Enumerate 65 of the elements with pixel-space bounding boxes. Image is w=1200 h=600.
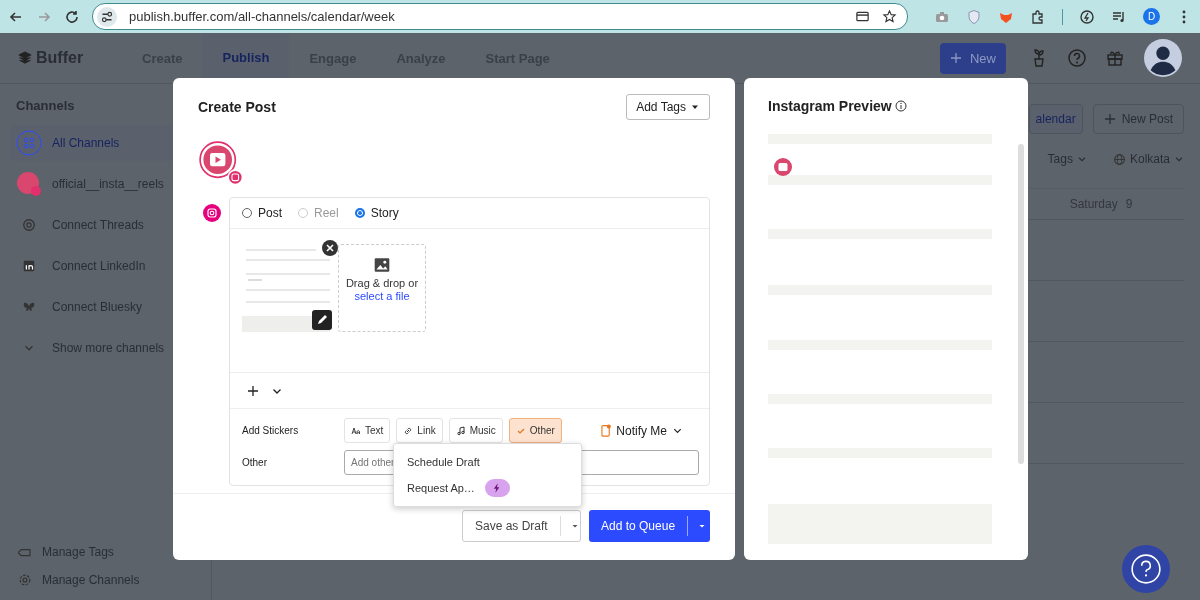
plus-icon (1103, 113, 1116, 125)
drop-instructions: Drag & drop or select a file (344, 277, 420, 303)
question-icon (1130, 553, 1162, 585)
dialog-title: Create Post (198, 99, 276, 115)
star-icon[interactable] (882, 9, 897, 24)
reload-icon[interactable] (64, 8, 80, 25)
select-file-link[interactable]: select a file (354, 290, 410, 302)
grid-icon (16, 130, 42, 156)
card-icon[interactable] (855, 9, 870, 24)
puzzle-icon[interactable] (1030, 8, 1046, 25)
lightning-icon (493, 483, 502, 493)
channel-item[interactable]: Connect Threads (10, 207, 201, 243)
channel-item[interactable]: official__insta__reels (10, 166, 201, 202)
add-to-queue-split-button[interactable]: Add to Queue (589, 510, 710, 542)
chevron-down-icon (1076, 154, 1087, 164)
new-button[interactable]: New (940, 42, 1006, 74)
globe-icon (1112, 152, 1126, 166)
preview-title: Instagram Preview (768, 98, 892, 114)
radio-button[interactable] (354, 208, 365, 218)
instagram-icon (203, 204, 221, 222)
timezone-dropdown[interactable]: Kolkata (1112, 152, 1184, 166)
close-icon (322, 240, 338, 256)
save-draft-split-button[interactable]: Save as Draft (462, 510, 581, 542)
plus-icon (950, 52, 962, 64)
calendar-view-button[interactable]: alendar (1028, 104, 1083, 134)
edit-image-button[interactable] (312, 310, 332, 330)
radio-label: Story (370, 206, 399, 220)
plus-icon (247, 384, 259, 397)
sticker-chip[interactable]: Other (508, 418, 562, 443)
link-icon (403, 425, 414, 436)
url-text: publish.buffer.com/all-channels/calendar/week (129, 9, 396, 24)
image-icon (373, 256, 391, 274)
radio-label: Reel (314, 206, 339, 220)
info-icon[interactable] (894, 100, 907, 112)
phone-alert-icon (601, 424, 612, 437)
channel-avatar-icon[interactable] (199, 141, 243, 185)
menu-item[interactable]: Schedule Draft (394, 449, 581, 475)
notify-me-dropdown[interactable]: Notify Me (595, 422, 689, 439)
stack-logo-icon (18, 51, 32, 65)
menu-item[interactable]: Request Ap… (394, 475, 581, 501)
text-size-icon (351, 425, 361, 436)
sticker-chip[interactable]: Link (396, 418, 443, 443)
radio-label: Post (258, 206, 282, 220)
field-label: Other (242, 457, 268, 468)
channel-avatar-icon (16, 171, 42, 197)
linkedin-icon (22, 259, 36, 273)
remove-image-button[interactable] (322, 240, 338, 256)
butterfly-icon (22, 300, 36, 314)
help-icon[interactable] (1067, 48, 1087, 68)
add-tags-button[interactable]: Add Tags (626, 94, 710, 120)
user-avatar-icon[interactable] (1144, 39, 1182, 77)
sticker-chip[interactable]: Text (344, 418, 391, 443)
sticker-chip[interactable]: Music (448, 418, 503, 443)
bolt-icon[interactable] (1079, 8, 1095, 25)
music-note-icon (455, 425, 466, 436)
channel-item[interactable]: Connect LinkedIn (10, 248, 201, 284)
chevron-down-icon (1174, 154, 1184, 164)
field-label: Add Stickers (242, 425, 300, 436)
gear-icon (18, 573, 32, 587)
address-bar[interactable]: publish.buffer.com/all-channels/calendar/week (92, 3, 908, 30)
profile-avatar[interactable]: D (1143, 8, 1160, 25)
file-drop-zone[interactable]: Drag & drop or select a file (338, 244, 426, 332)
sidebar-title: Channels (15, 98, 76, 115)
logo-text: Buffer (36, 49, 84, 67)
site-settings-icon[interactable] (97, 6, 117, 27)
